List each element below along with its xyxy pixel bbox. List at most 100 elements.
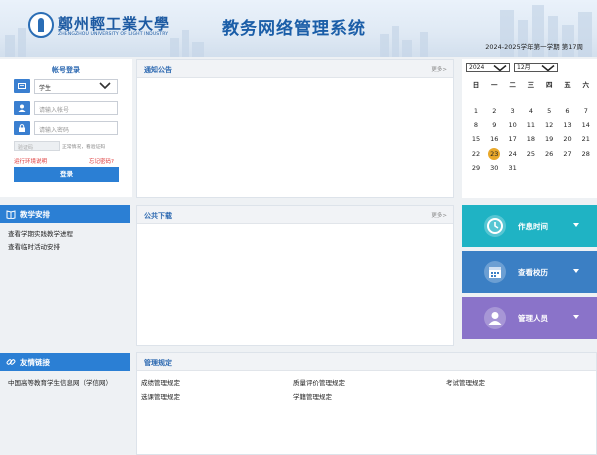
calendar-day-number: 25 <box>526 149 536 158</box>
regulation-link[interactable]: 学籍管理规定 <box>293 391 332 401</box>
friend-links-header: 友情链接 <box>0 353 130 371</box>
calendar-day[interactable]: 29 <box>467 161 485 175</box>
year-select[interactable]: 2024 <box>466 63 510 72</box>
teaching-title: 教学安排 <box>20 210 50 219</box>
account-input[interactable]: 请输入帐号 <box>34 101 118 115</box>
user-icon <box>484 307 506 329</box>
tile-schedule[interactable]: 作息时间 <box>462 205 597 247</box>
calendar-weekday: 日 <box>472 81 480 89</box>
regulation-link[interactable]: 选课管理规定 <box>141 391 180 401</box>
month-select[interactable]: 12月 <box>514 63 558 72</box>
calendar-day[interactable]: 27 <box>559 147 577 161</box>
calendar-day[interactable]: 22 <box>467 147 485 161</box>
university-name-cn: 鄭州輕工業大學 <box>58 15 171 33</box>
calendar-day[interactable]: 6 <box>559 104 577 118</box>
tile-admins[interactable]: 管理人员 <box>462 297 597 339</box>
clock-icon <box>484 215 506 237</box>
calendar-day[interactable]: 18 <box>522 132 540 146</box>
user-icon <box>14 101 30 115</box>
calendar-day-number: 2 <box>492 107 497 115</box>
university-logo-icon <box>28 12 54 38</box>
notice-more-link[interactable]: 更多> <box>431 65 447 73</box>
calendar-day-number: 14 <box>581 121 590 130</box>
chevron-down-icon <box>99 82 111 90</box>
captcha-input[interactable]: 验证码 <box>14 141 60 151</box>
download-more-link[interactable]: 更多> <box>431 211 447 219</box>
calendar-day-number: 6 <box>565 107 570 115</box>
tile-calendar[interactable]: 查看校历 <box>462 251 597 293</box>
environment-link[interactable]: 运行环境说明 <box>14 157 47 165</box>
calendar-day-number: 5 <box>547 107 552 115</box>
tile-label: 作息时间 <box>518 222 548 231</box>
link-icon <box>6 359 16 365</box>
calendar-day[interactable]: 12 <box>540 118 558 132</box>
header: 鄭州輕工業大學 ZHENGZHOU UNIVERSITY OF LIGHT IN… <box>0 0 597 57</box>
tile-label: 管理人员 <box>518 314 548 323</box>
calendar-day[interactable]: 21 <box>577 132 595 146</box>
calendar-day[interactable]: 25 <box>522 147 540 161</box>
calendar-day[interactable]: 16 <box>485 132 503 146</box>
calendar-day[interactable]: 1 <box>467 104 485 118</box>
calendar-day[interactable]: 13 <box>559 118 577 132</box>
regulation-link[interactable]: 考试管理规定 <box>446 377 485 387</box>
calendar-day[interactable]: 17 <box>504 132 522 146</box>
calendar-day-number: 23 <box>490 149 499 158</box>
university-name-en: ZHENGZHOU UNIVERSITY OF LIGHT INDUSTRY <box>58 32 169 37</box>
login-title: 帐号登录 <box>52 66 80 74</box>
calendar-day[interactable]: 30 <box>485 161 503 175</box>
calendar-day-number: 22 <box>471 149 481 158</box>
forgot-password-link[interactable]: 忘记密码? <box>89 157 114 165</box>
caret-down-icon <box>573 315 579 319</box>
calendar-day[interactable]: 15 <box>467 132 485 146</box>
calendar-weekday: 三 <box>527 81 535 89</box>
regulation-link[interactable]: 成绩管理规定 <box>141 377 180 387</box>
calendar-day[interactable]: 19 <box>540 132 558 146</box>
calendar-day[interactable]: 8 <box>467 118 485 132</box>
regulations-title: 管理规定 <box>144 359 172 367</box>
calendar-day[interactable]: 4 <box>522 104 540 118</box>
password-row: 请输入密码 <box>14 121 118 135</box>
calendar-day[interactable]: 28 <box>577 147 595 161</box>
system-title: 教务网络管理系统 <box>222 19 366 39</box>
calendar-day[interactable]: 5 <box>540 104 558 118</box>
calendar-day-number: 9 <box>492 121 497 130</box>
calendar-day[interactable]: 3 <box>504 104 522 118</box>
calendar-day[interactable]: 31 <box>504 161 522 175</box>
calendar-day-number: 13 <box>563 121 572 130</box>
calendar-weekday: 四 <box>545 81 553 89</box>
calendar-weekday: 六 <box>582 81 590 89</box>
caret-down-icon <box>573 269 579 273</box>
role-icon <box>14 79 30 93</box>
captcha-refresh-link[interactable]: 正常情况，看验证码 <box>62 143 105 150</box>
role-select[interactable]: 学生 <box>34 79 118 94</box>
calendar-day-number: 3 <box>510 107 515 115</box>
regulation-link[interactable]: 质量评价管理规定 <box>293 377 345 387</box>
login-button[interactable]: 登录 <box>14 167 119 182</box>
calendar-day-number: 24 <box>508 149 517 158</box>
calendar-day-number: 29 <box>471 163 481 172</box>
calendar-day[interactable]: 11 <box>522 118 540 132</box>
calendar-day[interactable]: 9 <box>485 118 503 132</box>
calendar-icon <box>484 261 506 283</box>
teaching-link[interactable]: 查看临时活动安排 <box>8 241 60 251</box>
notice-title: 通知公告 <box>144 66 172 74</box>
calendar-day[interactable]: 20 <box>559 132 577 146</box>
tile-label: 查看校历 <box>518 268 548 277</box>
book-icon <box>6 210 16 219</box>
calendar-weekday: 五 <box>564 81 571 89</box>
download-header: 公共下载 更多> <box>137 206 453 224</box>
calendar-day[interactable]: 7 <box>577 104 595 118</box>
calendar-day[interactable]: 26 <box>540 147 558 161</box>
calendar-day-today[interactable]: 23 <box>485 147 503 161</box>
role-row: 学生 <box>14 79 118 94</box>
current-term: 2024-2025学年第一学期 第17周 <box>485 43 583 51</box>
teaching-link[interactable]: 查看学期实践教学进程 <box>8 228 73 238</box>
calendar-day-number: 26 <box>545 149 554 158</box>
friend-link[interactable]: 中国高等教育学生信息网（学信网） <box>8 377 112 387</box>
password-input[interactable]: 请输入密码 <box>34 121 118 135</box>
calendar-day[interactable]: 10 <box>504 118 522 132</box>
calendar-day[interactable]: 2 <box>485 104 503 118</box>
lock-icon <box>14 121 30 135</box>
calendar-day[interactable]: 14 <box>577 118 595 132</box>
calendar-day[interactable]: 24 <box>504 147 522 161</box>
